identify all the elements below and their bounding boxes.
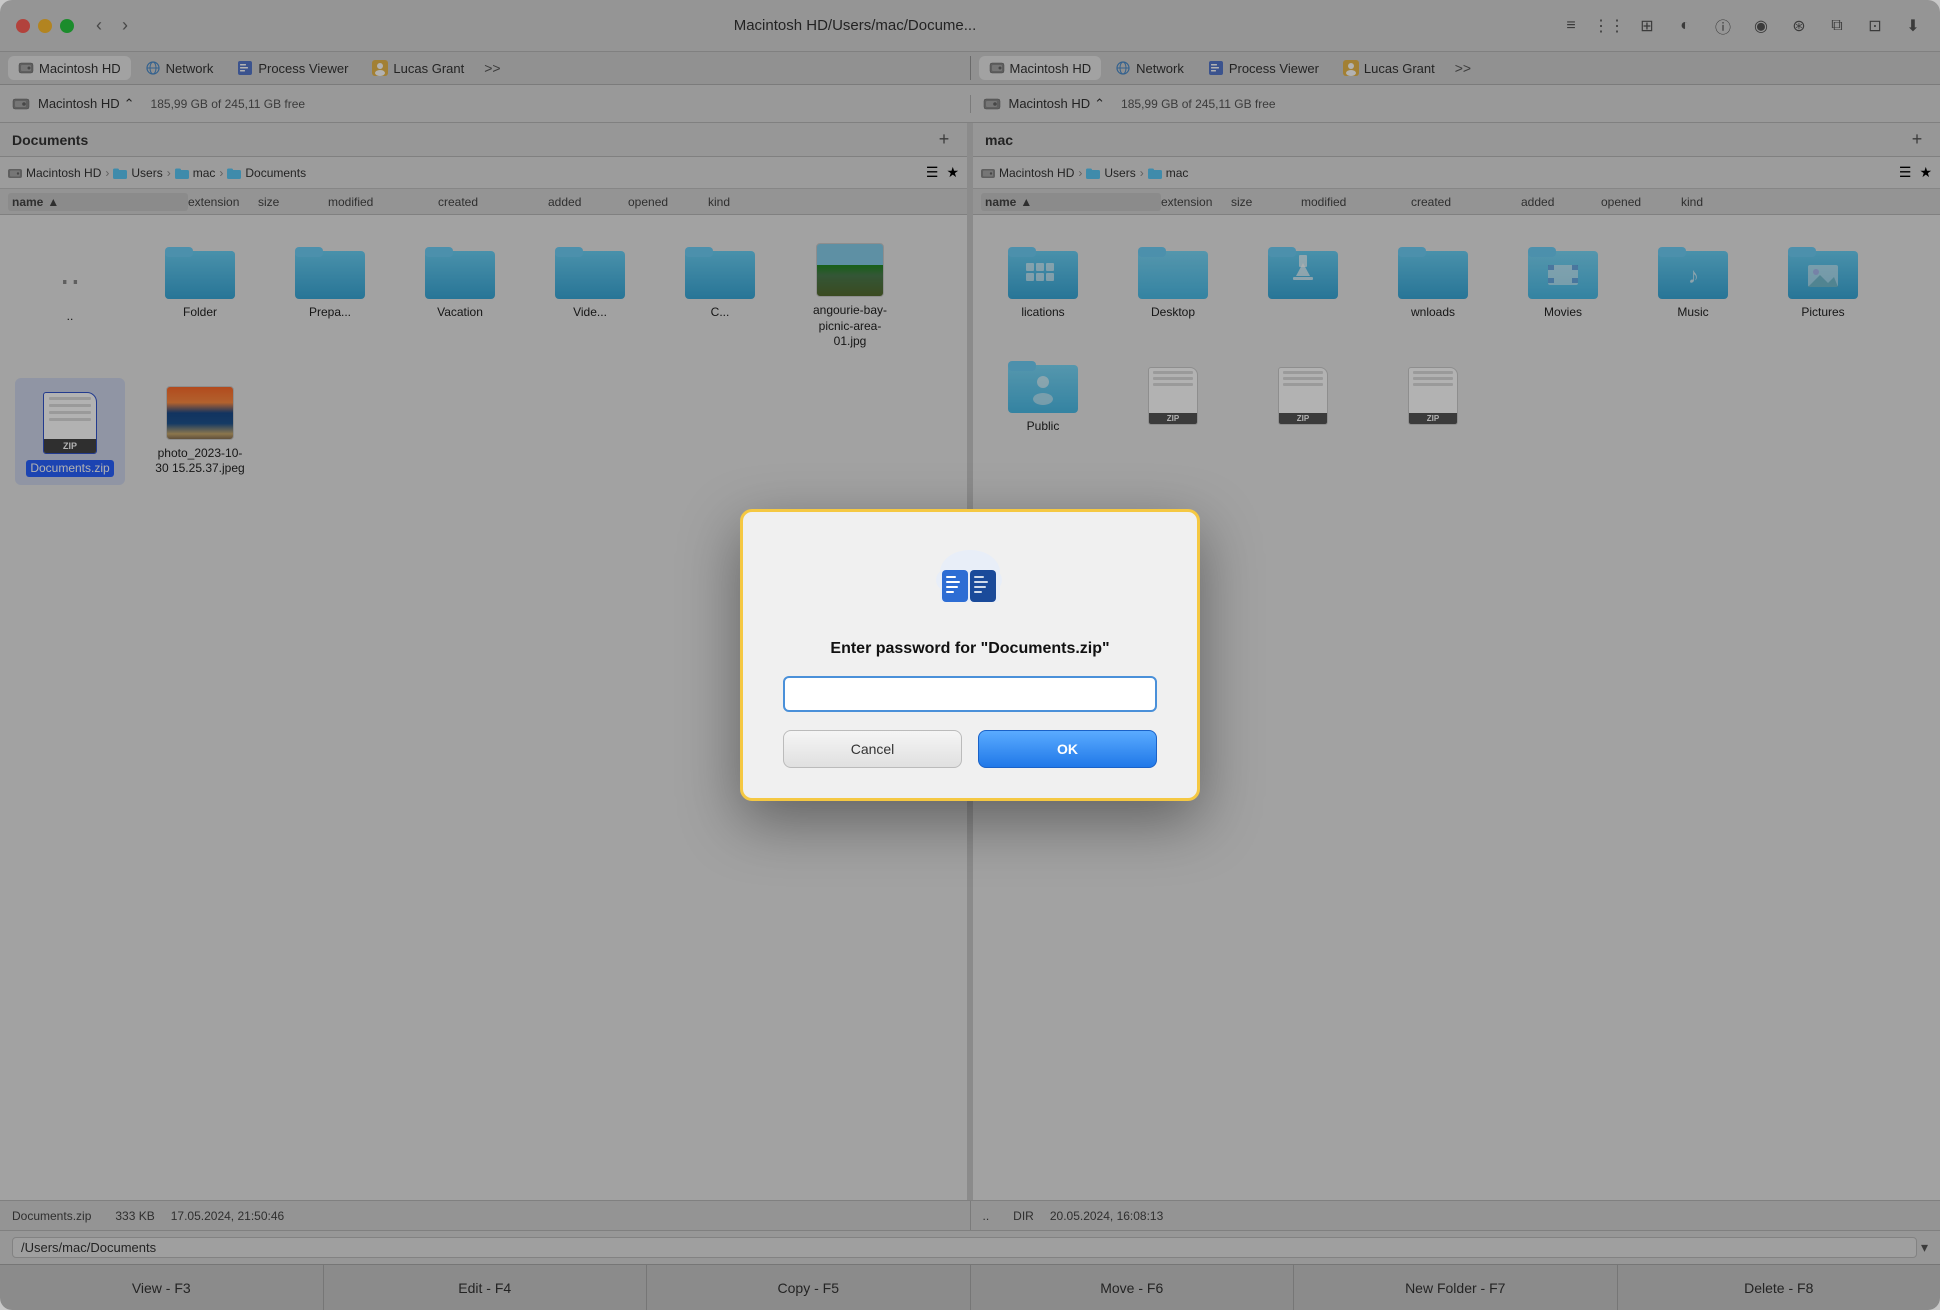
password-input[interactable] bbox=[783, 676, 1157, 712]
app-icon-svg bbox=[930, 542, 1010, 622]
dialog-title: Enter password for "Documents.zip" bbox=[830, 640, 1109, 658]
password-dialog: Enter password for "Documents.zip" Cance… bbox=[740, 509, 1200, 801]
ok-button[interactable]: OK bbox=[978, 730, 1157, 768]
dialog-app-icon bbox=[930, 542, 1010, 622]
main-window: ‹ › Macintosh HD/Users/mac/Docume... ≡ ⋮… bbox=[0, 0, 1940, 1310]
dialog-buttons: Cancel OK bbox=[783, 730, 1157, 768]
cancel-button[interactable]: Cancel bbox=[783, 730, 962, 768]
modal-overlay: Enter password for "Documents.zip" Cance… bbox=[0, 0, 1940, 1310]
